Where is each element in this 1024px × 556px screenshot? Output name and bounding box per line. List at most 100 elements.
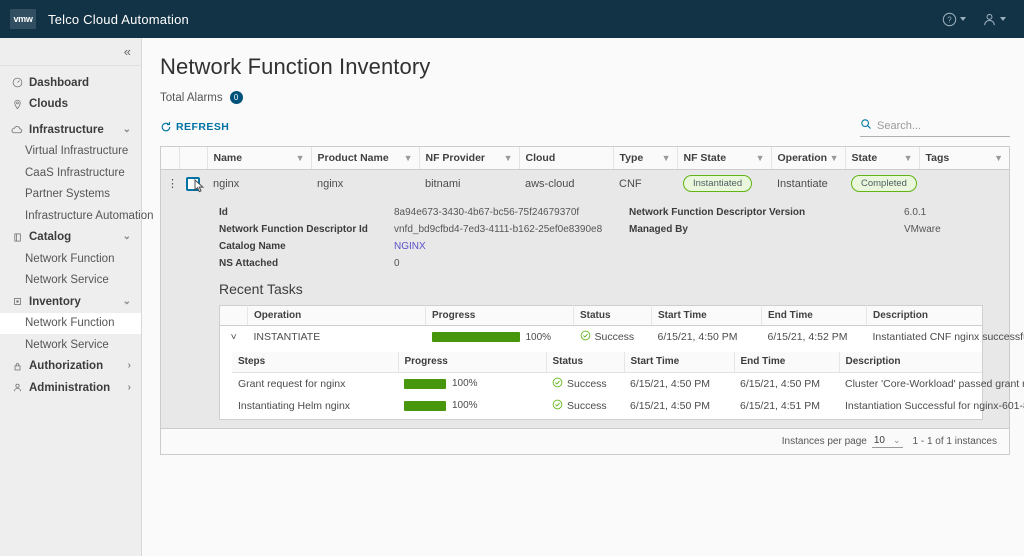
user-icon <box>982 12 997 27</box>
detail-key: NS Attached <box>219 258 394 269</box>
col-task-description: Description <box>867 306 983 326</box>
search-input[interactable] <box>877 120 1010 132</box>
sidebar: « Dashboard Clouds Infrastructure <box>0 38 142 556</box>
recent-tasks-title: Recent Tasks <box>161 269 1009 305</box>
detail-value-catalog-link[interactable]: NGINX <box>394 241 629 252</box>
person-icon <box>10 382 24 393</box>
col-step-progress: Progress <box>398 352 546 372</box>
row-select-cell[interactable] <box>179 170 207 198</box>
header-actions: ? <box>942 12 1014 27</box>
cell-product-name: nginx <box>311 170 419 198</box>
filter-icon[interactable]: ▼ <box>830 153 839 163</box>
col-nf-state[interactable]: NF State ▼ <box>677 147 771 170</box>
row-actions-menu[interactable]: ⋮ <box>161 170 179 198</box>
sidebar-item-catalog-network-function[interactable]: Network Function <box>0 248 141 270</box>
row-checkbox[interactable] <box>186 177 200 191</box>
tasks-header-row: Operation Progress Status Start Time End… <box>220 306 983 326</box>
filter-icon[interactable]: ▼ <box>296 153 305 163</box>
progress-bar <box>404 379 446 389</box>
sidebar-item-label: Catalog <box>29 231 71 243</box>
sidebar-item-administration[interactable]: Administration › <box>0 377 141 399</box>
cell-tags <box>919 170 1009 198</box>
check-circle-icon <box>552 377 563 391</box>
detail-value: 0 <box>394 258 629 269</box>
col-operation[interactable]: Operation▼ <box>771 147 845 170</box>
total-alarms: Total Alarms 0 <box>160 91 1010 104</box>
sidebar-item-inventory-network-function[interactable]: Network Function <box>0 313 141 335</box>
sidebar-item-partner-systems[interactable]: Partner Systems <box>0 184 141 206</box>
col-kebab <box>161 147 179 170</box>
col-tags[interactable]: Tags▼ <box>919 147 1009 170</box>
col-label: NF State <box>684 152 727 164</box>
col-task-end-time: End Time <box>762 306 867 326</box>
sidebar-item-virtual-infrastructure[interactable]: Virtual Infrastructure <box>0 141 141 163</box>
total-alarms-badge: 0 <box>230 91 243 104</box>
cell-state: Completed <box>845 170 919 198</box>
table-row[interactable]: ⋮ nginx nginx bitnami aws-cloud CNF Inst <box>161 170 1009 198</box>
task-operation: INSTANTIATE <box>248 326 426 349</box>
help-menu-button[interactable]: ? <box>942 12 966 27</box>
col-cloud[interactable]: Cloud <box>519 147 613 170</box>
app-title: Telco Cloud Automation <box>48 12 189 27</box>
sidebar-item-label: Administration <box>29 382 110 394</box>
cell-name[interactable]: nginx <box>207 170 311 198</box>
sidebar-item-inventory-network-service[interactable]: Network Service <box>0 334 141 356</box>
sidebar-item-dashboard[interactable]: Dashboard <box>0 72 141 94</box>
sidebar-item-infrastructure[interactable]: Infrastructure ⌄ <box>0 119 141 141</box>
sidebar-item-catalog[interactable]: Catalog ⌄ <box>0 227 141 249</box>
sidebar-item-caas-infrastructure[interactable]: CaaS Infrastructure <box>0 162 141 184</box>
task-steps-row: Steps Progress Status Start Time End Tim… <box>220 348 983 419</box>
col-product-name[interactable]: Product Name ▼ <box>311 147 419 170</box>
col-label: Product Name <box>318 152 389 164</box>
main-content: Network Function Inventory Total Alarms … <box>142 38 1024 556</box>
col-type[interactable]: Type▼ <box>613 147 677 170</box>
task-end-time: 6/15/21, 4:52 PM <box>762 326 867 349</box>
sidebar-item-authorization[interactable]: Authorization › <box>0 356 141 378</box>
filter-icon[interactable]: ▼ <box>904 153 913 163</box>
vmware-logo: vmw <box>10 9 36 29</box>
col-nf-provider[interactable]: NF Provider▼ <box>419 147 519 170</box>
col-label: Name <box>214 152 243 164</box>
col-task-operation: Operation <box>248 306 426 326</box>
col-name[interactable]: Name ▼ <box>207 147 311 170</box>
cloud-pin-icon <box>10 99 24 110</box>
filter-icon[interactable]: ▼ <box>994 153 1003 163</box>
cell-nf-state: Instantiated <box>677 170 771 198</box>
filter-icon[interactable]: ▼ <box>504 153 513 163</box>
recent-tasks-wrapper: Operation Progress Status Start Time End… <box>161 305 1009 420</box>
task-expander-toggle[interactable]: ˅ <box>220 326 248 349</box>
per-page-select[interactable]: 10 ⌄ <box>872 435 903 448</box>
sidebar-item-label: Network Function <box>25 317 114 329</box>
step-end-time: 6/15/21, 4:51 PM <box>734 395 839 417</box>
sidebar-item-label: Virtual Infrastructure <box>25 145 128 157</box>
filter-icon[interactable]: ▼ <box>662 153 671 163</box>
step-progress: 100% <box>398 372 546 395</box>
sidebar-item-label: CaaS Infrastructure <box>25 167 125 179</box>
sidebar-item-infrastructure-automation[interactable]: Infrastructure Automation <box>0 205 141 227</box>
sidebar-item-clouds[interactable]: Clouds <box>0 94 141 116</box>
task-row[interactable]: ˅ INSTANTIATE 100% <box>220 326 983 349</box>
detail-key: Managed By <box>629 224 904 235</box>
progress-pct: 100% <box>452 378 478 389</box>
page-title: Network Function Inventory <box>160 54 1010 80</box>
search-box[interactable] <box>860 117 1010 137</box>
steps-header-row: Steps Progress Status Start Time End Tim… <box>232 352 982 372</box>
sidebar-collapse-button[interactable]: « <box>0 38 141 66</box>
sidebar-item-inventory[interactable]: Inventory ⌄ <box>0 291 141 313</box>
sidebar-item-catalog-network-service[interactable]: Network Service <box>0 270 141 292</box>
task-status: Success <box>574 326 652 349</box>
svg-text:?: ? <box>947 15 952 24</box>
task-description: Instantiated CNF nginx successfully <box>867 326 983 349</box>
col-state[interactable]: State▼ <box>845 147 919 170</box>
detail-value: 6.0.1 <box>904 207 1009 218</box>
cell-cloud[interactable]: aws-cloud <box>519 170 613 198</box>
step-name: Instantiating Helm nginx <box>232 395 398 417</box>
task-steps-cell: Steps Progress Status Start Time End Tim… <box>220 348 983 419</box>
filter-icon[interactable]: ▼ <box>756 153 765 163</box>
filter-icon[interactable]: ▼ <box>404 153 413 163</box>
col-step-status: Status <box>546 352 624 372</box>
user-menu-button[interactable] <box>982 12 1006 27</box>
refresh-button[interactable]: REFRESH <box>160 121 229 133</box>
cell-nf-provider: bitnami <box>419 170 519 198</box>
catalog-icon <box>10 232 24 243</box>
